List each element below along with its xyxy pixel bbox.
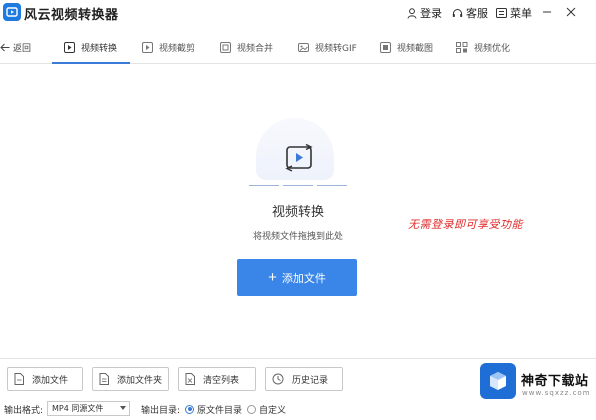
menu-label: 菜单 (510, 7, 532, 20)
output-format-select[interactable]: MP4 同源文件 (47, 401, 130, 416)
add-folder-button[interactable]: 添加文件夹 (92, 367, 169, 391)
tab-label: 视频优化 (474, 43, 511, 54)
watermark-url: www.sqxzz.com (522, 389, 591, 397)
tab-video-optimize[interactable]: 视频优化 (456, 30, 510, 64)
tab-video-gif[interactable]: 视频转GIF (298, 30, 357, 64)
video-merge-icon (220, 41, 231, 53)
tab-video-convert[interactable]: 视频转换 (64, 30, 117, 64)
minimize-button[interactable] (538, 3, 556, 21)
gif-icon (298, 42, 309, 52)
bottom-add-file-label: 添加文件 (32, 375, 69, 386)
video-convert-illustration-icon (284, 143, 314, 177)
illustration-lines (249, 185, 347, 186)
optimize-icon (456, 41, 468, 53)
tab-video-screenshot[interactable]: 视频截图 (380, 30, 433, 64)
tab-label: 视频截剪 (159, 43, 196, 54)
clear-list-button[interactable]: 清空列表 (178, 367, 256, 391)
close-button[interactable] (562, 3, 580, 21)
file-icon (14, 373, 24, 385)
screenshot-icon (380, 41, 391, 53)
service-label: 客服 (466, 7, 488, 20)
back-button[interactable]: 返回 (0, 30, 31, 64)
watermark-logo-icon (480, 363, 516, 399)
menu-icon (496, 8, 507, 18)
user-icon (407, 7, 417, 19)
menu-button[interactable]: 菜单 (496, 4, 532, 22)
active-tab-indicator (52, 62, 130, 64)
bottom-add-file-button[interactable]: 添加文件 (7, 367, 83, 391)
history-label: 历史记录 (292, 375, 329, 386)
minimize-icon (543, 11, 551, 13)
login-button[interactable]: 登录 (407, 4, 442, 22)
promo-overlay-text: 无需登录即可享受功能 (408, 218, 523, 231)
output-dir-label: 输出目录: (141, 405, 181, 416)
app-logo-icon (3, 3, 21, 21)
output-format-label: 输出格式: (4, 405, 44, 416)
tab-label: 视频截图 (397, 43, 434, 54)
chevron-down-icon (120, 406, 126, 410)
headset-icon (452, 8, 463, 17)
bottom-divider (0, 358, 596, 359)
tab-label: 视频转GIF (315, 43, 357, 54)
tab-label: 视频合并 (237, 43, 274, 54)
radio-custom-dir[interactable]: 自定义 (247, 402, 286, 416)
login-label: 登录 (420, 7, 442, 20)
radio-custom-label: 自定义 (259, 405, 287, 416)
app-title: 风云视频转换器 (24, 8, 119, 23)
plus-icon: + (268, 269, 277, 286)
history-button[interactable]: 历史记录 (265, 367, 343, 391)
tab-video-merge[interactable]: 视频合并 (220, 30, 273, 64)
clear-list-label: 清空列表 (203, 375, 240, 386)
video-convert-icon (64, 41, 75, 53)
radio-source-dir[interactable]: 原文件目录 (185, 402, 242, 416)
back-label: 返回 (13, 43, 32, 54)
folder-icon (99, 373, 109, 385)
watermark-text: 神奇下载站 (521, 374, 589, 389)
radio-unchecked-icon (247, 404, 256, 414)
add-folder-label: 添加文件夹 (117, 375, 163, 386)
trash-icon (185, 373, 195, 385)
title-bar: 风云视频转换器 登录 客服 菜单 (0, 0, 596, 26)
tab-label: 视频转换 (81, 43, 118, 54)
service-button[interactable]: 客服 (452, 4, 488, 22)
add-file-label: 添加文件 (281, 272, 326, 285)
arrow-left-icon (0, 43, 10, 51)
history-icon (272, 373, 284, 385)
radio-checked-icon (185, 404, 194, 414)
radio-source-label: 原文件目录 (197, 405, 243, 416)
close-icon (566, 7, 576, 17)
tab-video-cut[interactable]: 视频截剪 (142, 30, 195, 64)
output-format-value: MP4 同源文件 (52, 404, 104, 413)
video-cut-icon (142, 41, 153, 53)
add-file-button[interactable]: + 添加文件 (237, 259, 357, 296)
